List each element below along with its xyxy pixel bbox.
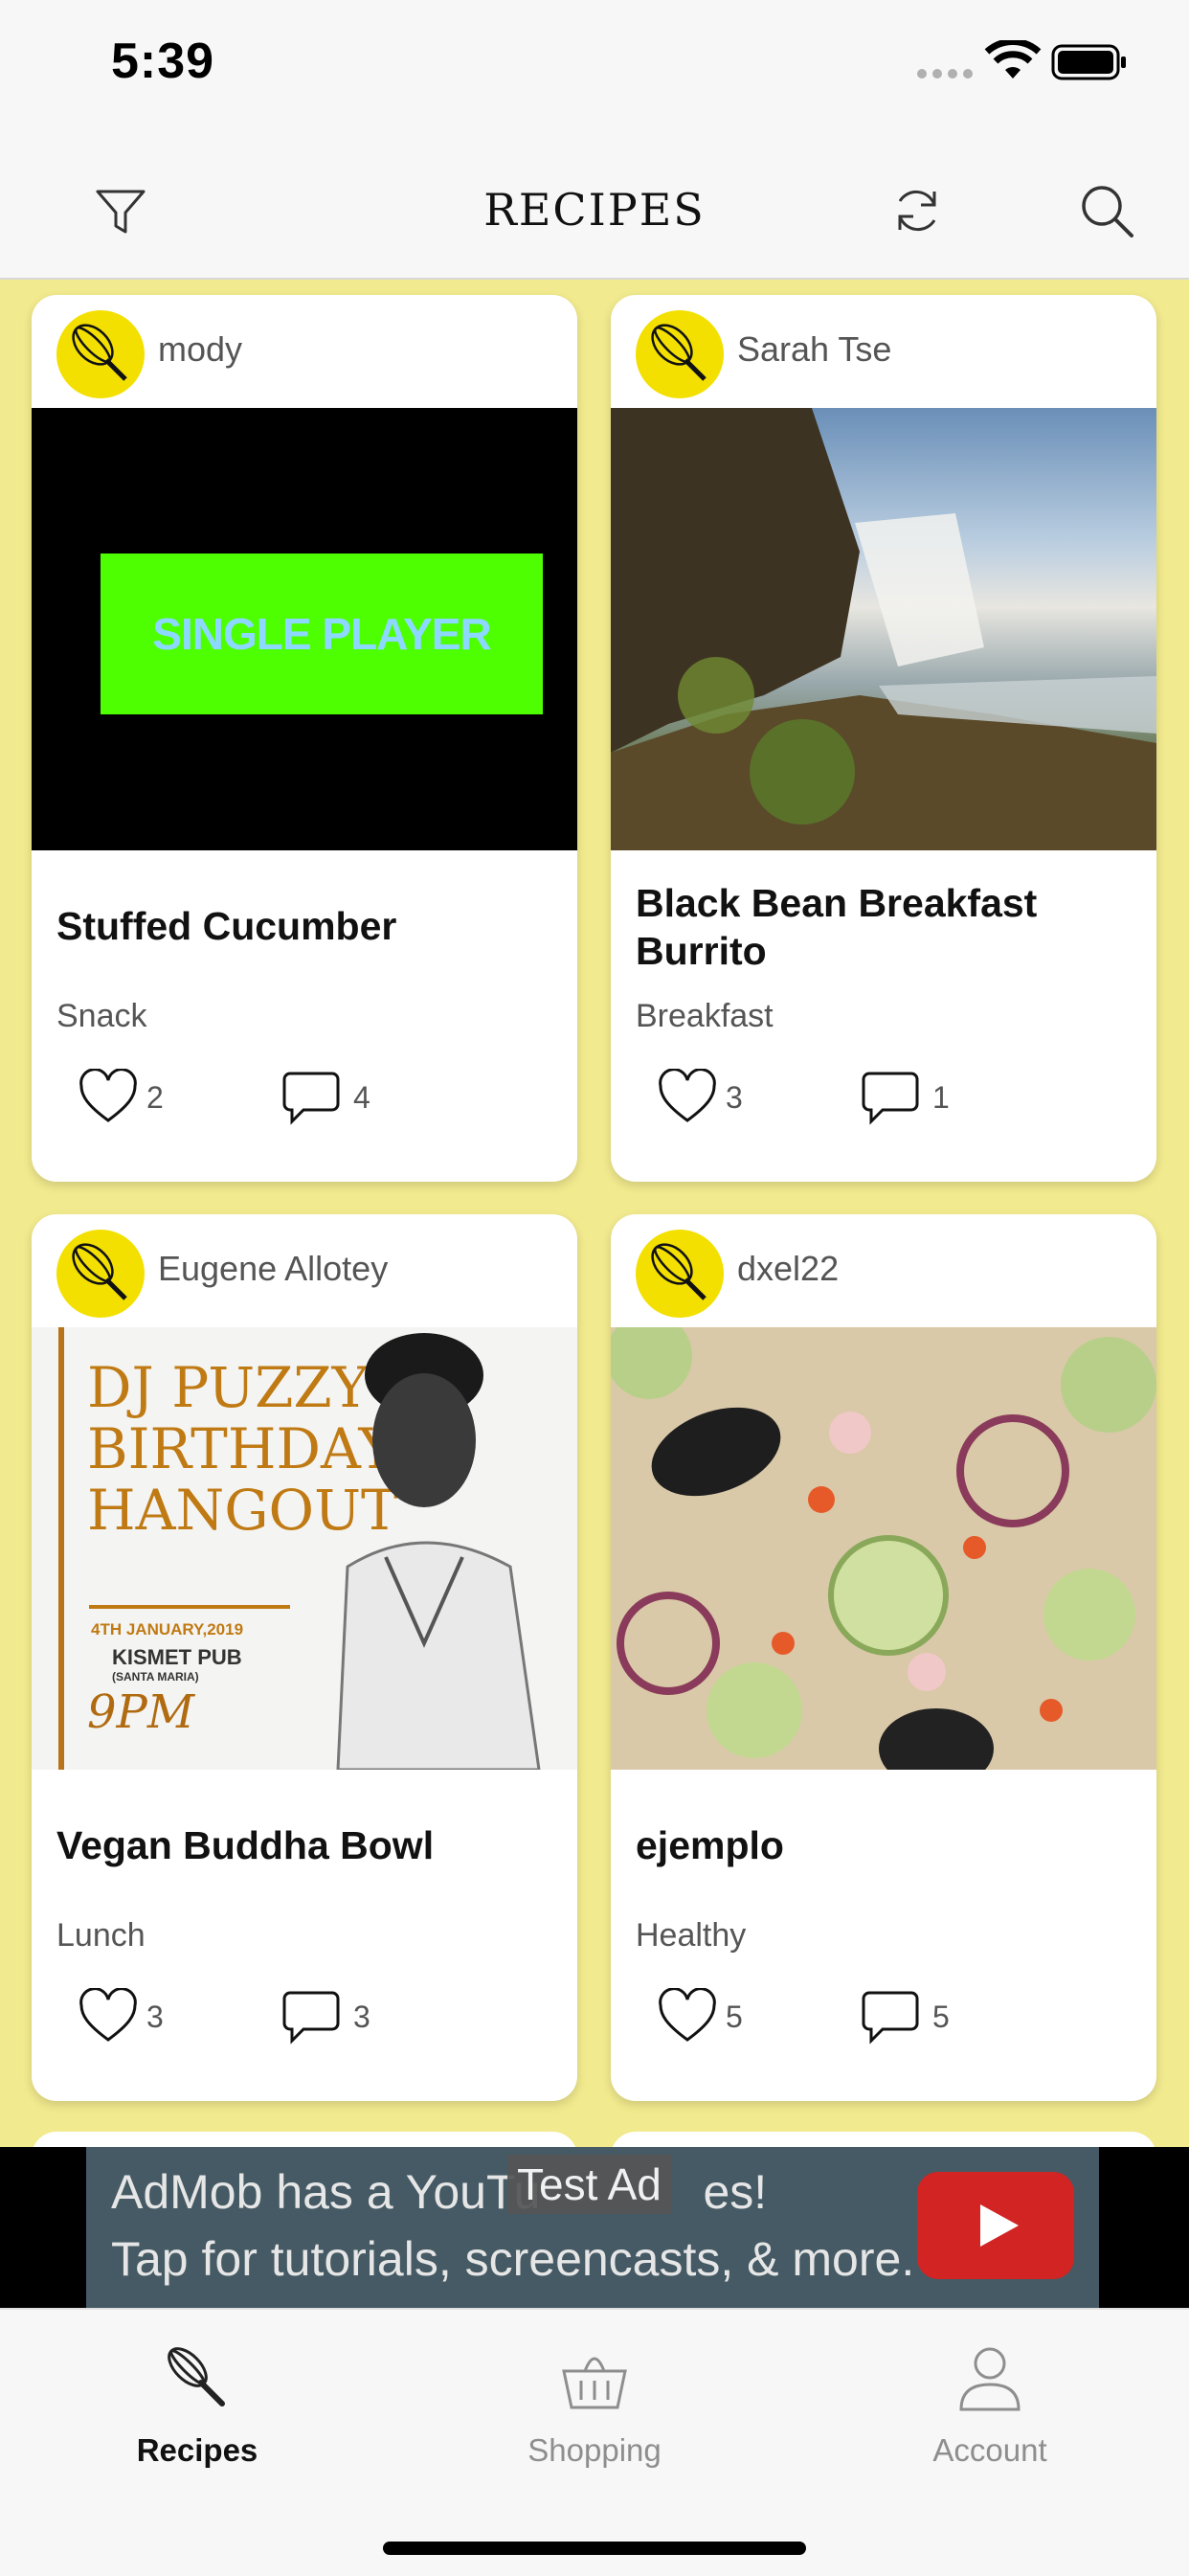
poster-venue: KISMET PUB <box>112 1645 242 1669</box>
poster-time: 9PM <box>87 1685 194 1739</box>
like-button[interactable]: 3 <box>657 1069 743 1126</box>
status-bar: 5:39 <box>0 0 1189 134</box>
card-header: dxel22 <box>611 1214 1156 1327</box>
author-name[interactable]: Eugene Allotey <box>158 1249 388 1289</box>
like-count: 2 <box>146 1079 164 1115</box>
recipe-title[interactable]: Stuffed Cucumber <box>56 902 554 950</box>
status-time: 5:39 <box>111 34 215 89</box>
user-icon <box>959 2347 1021 2411</box>
ad-subline: Tap for tutorials, screencasts, & more. <box>111 2232 915 2286</box>
basket-icon <box>562 2357 627 2409</box>
recipe-category: Lunch <box>56 1917 146 1954</box>
tab-account[interactable]: Account <box>865 2340 1114 2469</box>
card-header: mody <box>32 295 577 408</box>
recipe-title[interactable]: Vegan Buddha Bowl <box>56 1821 554 1869</box>
whisk-icon <box>72 324 127 381</box>
author-name[interactable]: dxel22 <box>737 1249 839 1289</box>
comment-button[interactable]: 5 <box>862 1988 950 2045</box>
ad-content[interactable]: AdMob has a YouTu es! Tap for tutorials, … <box>86 2147 1099 2308</box>
signal-icon <box>917 69 975 79</box>
card-header: Sarah Tse <box>611 295 1156 408</box>
comment-count: 5 <box>932 1999 950 2034</box>
comment-icon <box>282 1072 340 1125</box>
recipe-card[interactable]: Sarah Tse Black Bean Breakfast Burrito B… <box>611 295 1156 1182</box>
search-icon[interactable] <box>1078 182 1135 239</box>
whisk-icon <box>651 1243 707 1300</box>
comment-button[interactable]: 1 <box>862 1069 950 1126</box>
avatar[interactable] <box>56 310 145 398</box>
heart-icon <box>659 1069 716 1122</box>
whisk-icon <box>651 324 707 381</box>
portrait-photo <box>336 1333 541 1770</box>
comment-count: 3 <box>353 1999 370 2034</box>
like-count: 3 <box>726 1079 743 1115</box>
ad-banner[interactable]: AdMob has a YouTu es! Tap for tutorials, … <box>0 2147 1189 2308</box>
nav-bar: RECIPES <box>0 134 1189 280</box>
comment-count: 1 <box>932 1079 950 1115</box>
refresh-icon[interactable] <box>888 182 946 239</box>
recipe-card[interactable]: mody SINGLE PLAYER Stuffed Cucumber Snac… <box>32 295 577 1182</box>
comment-count: 4 <box>353 1079 370 1115</box>
card-header: Eugene Allotey <box>32 1214 577 1327</box>
avatar[interactable] <box>636 1230 724 1318</box>
comment-button[interactable]: 3 <box>282 1988 370 2045</box>
tab-label: Shopping <box>527 2432 662 2468</box>
recipe-category: Healthy <box>636 1917 747 1954</box>
whisk-icon <box>72 1243 127 1300</box>
like-button[interactable]: 5 <box>657 1988 743 2045</box>
like-count: 5 <box>726 1999 743 2034</box>
tab-label: Account <box>932 2432 1047 2468</box>
comment-icon <box>862 1991 919 2045</box>
recipe-feed[interactable]: mody SINGLE PLAYER Stuffed Cucumber Snac… <box>0 280 1189 2147</box>
recipe-title[interactable]: ejemplo <box>636 1821 1133 1869</box>
heart-icon <box>79 1069 137 1122</box>
recipe-image[interactable] <box>611 408 1156 850</box>
page-title: RECIPES <box>483 184 706 236</box>
tab-bar: Recipes Shopping Account <box>0 2308 1189 2576</box>
recipe-category: Snack <box>56 998 147 1034</box>
heart-icon <box>79 1988 137 2042</box>
comment-icon <box>862 1072 919 1125</box>
battery-icon <box>1051 44 1126 80</box>
tab-label: Recipes <box>136 2432 258 2468</box>
tab-shopping[interactable]: Shopping <box>470 2340 719 2469</box>
like-button[interactable]: 2 <box>78 1069 164 1126</box>
recipe-card[interactable]: Eugene Allotey DJ PUZZY BIRTHDAY HANGOUT… <box>32 1214 577 2101</box>
poster-date: 4TH JANUARY,2019 <box>91 1620 244 1638</box>
tab-recipes[interactable]: Recipes <box>73 2340 322 2469</box>
recipe-card[interactable]: dxel22 ejemplo Healthy 5 5 <box>611 1214 1156 2101</box>
like-count: 3 <box>146 1999 164 2034</box>
recipe-image[interactable]: SINGLE PLAYER <box>32 408 577 850</box>
test-ad-badge: Test Ad <box>507 2155 671 2214</box>
avatar[interactable] <box>56 1230 145 1318</box>
wifi-icon <box>984 40 1042 79</box>
waterfall-photo <box>611 408 1156 850</box>
comment-button[interactable]: 4 <box>282 1069 370 1126</box>
recipe-image[interactable]: DJ PUZZY BIRTHDAY HANGOUT 4TH JANUARY,20… <box>32 1327 577 1770</box>
comment-icon <box>282 1991 340 2045</box>
author-name[interactable]: Sarah Tse <box>737 329 891 370</box>
home-indicator[interactable] <box>383 2542 806 2555</box>
youtube-icon[interactable] <box>917 2172 1074 2279</box>
poster-venue-sub: (SANTA MARIA) <box>112 1670 199 1683</box>
recipe-image[interactable] <box>611 1327 1156 1770</box>
heart-icon <box>659 1988 716 2042</box>
whisk-icon <box>168 2347 225 2407</box>
recipe-card-partial[interactable] <box>611 2132 1156 2147</box>
avatar[interactable] <box>636 310 724 398</box>
like-button[interactable]: 3 <box>78 1988 164 2045</box>
salad-photo <box>611 1327 1156 1770</box>
author-name[interactable]: mody <box>158 329 242 370</box>
image-text: SINGLE PLAYER <box>152 609 491 659</box>
recipe-card-partial[interactable] <box>32 2132 577 2147</box>
recipe-category: Breakfast <box>636 998 774 1034</box>
recipe-title[interactable]: Black Bean Breakfast Burrito <box>636 879 1133 975</box>
